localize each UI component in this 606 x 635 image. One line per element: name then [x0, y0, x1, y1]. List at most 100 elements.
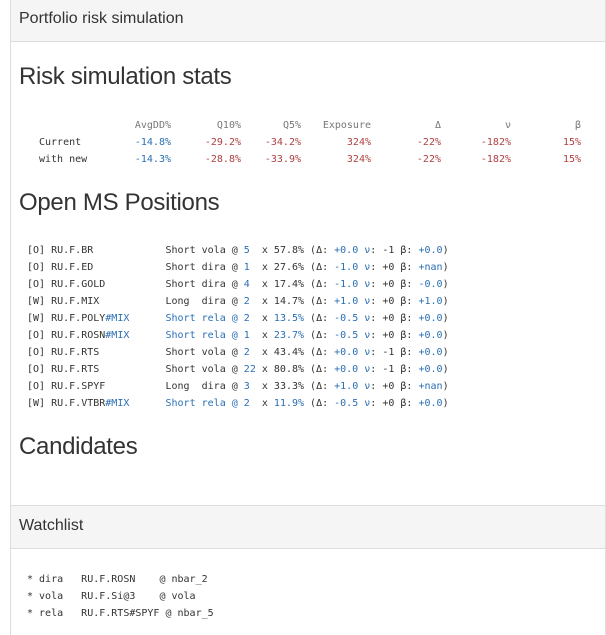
position-qty: 3 — [243, 381, 250, 392]
position-delta: -0.5 — [334, 330, 359, 341]
position-qty: 2 — [243, 313, 250, 324]
position-delta: +0.0 — [334, 347, 359, 358]
position-qty: 2 — [243, 347, 250, 358]
panel-title: Portfolio risk simulation — [11, 0, 605, 42]
position-beta: +0.0 — [418, 313, 443, 324]
position-beta: +1.0 — [418, 296, 443, 307]
position-kind: vola — [201, 347, 226, 358]
stats-cell: -182% — [480, 137, 511, 148]
position-ticker: RU.F.MIX — [51, 296, 100, 307]
stats-cell: 15% — [562, 137, 581, 148]
stats-header-row: AvgDD% Q10% Q5% Exposure Δ ν β — [27, 117, 581, 134]
stats-cell: -182% — [480, 154, 511, 165]
position-weight: 27.6% — [273, 262, 305, 273]
position-row: [W] RU.F.VTBR#MIX Short rela @ 2 x 11.9%… — [27, 398, 449, 409]
position-kind: dira — [201, 262, 226, 273]
position-beta: +0.0 — [418, 398, 443, 409]
stats-row-current: Current -14.8% -29.2% -34.2% 324% -22% -… — [27, 134, 581, 151]
stats-header-cell: Δ — [434, 120, 441, 131]
position-weight: 80.8% — [273, 364, 305, 375]
position-ticker: RU.F.BR — [51, 245, 94, 256]
stats-row-with-new: with new -14.3% -28.8% -33.9% 324% -22% … — [27, 151, 581, 168]
position-flag: [O] — [27, 381, 46, 392]
position-row: [O] RU.F.RTS Short vola @ 22 x 80.8% (Δ:… — [27, 364, 449, 375]
stats-header-cell: Q10% — [216, 120, 241, 131]
watchlist-item: * dira RU.F.ROSN @ nbar_2 — [27, 574, 208, 585]
position-kind: dira — [201, 296, 226, 307]
position-nu: +0 — [382, 398, 395, 409]
panel-title: Watchlist — [11, 506, 605, 549]
position-nu: +0 — [382, 296, 395, 307]
position-beta: -0.0 — [418, 279, 443, 290]
position-kind: dira — [201, 279, 226, 290]
position-delta: +0.0 — [334, 245, 359, 256]
position-kind: rela — [201, 313, 226, 324]
position-delta: +1.0 — [334, 381, 359, 392]
position-row: [O] RU.F.RTS Short vola @ 2 x 43.4% (Δ: … — [27, 347, 449, 358]
position-suffix: #MIX — [105, 398, 130, 409]
position-weight: 14.7% — [273, 296, 305, 307]
position-qty: 1 — [243, 330, 250, 341]
position-delta: +0.0 — [334, 364, 359, 375]
stats-header-cell: β — [574, 120, 581, 131]
position-side: Short — [165, 313, 196, 324]
position-weight: 11.9% — [273, 398, 305, 409]
position-beta: +nan — [418, 381, 443, 392]
stats-header-cell: Q5% — [282, 120, 301, 131]
position-ticker: RU.F.GOLD — [51, 279, 106, 290]
position-nu: +0 — [382, 381, 395, 392]
stats-cell: 324% — [346, 154, 371, 165]
position-row: [W] RU.F.MIX Long dira @ 2 x 14.7% (Δ: +… — [27, 296, 449, 307]
position-nu: -1 — [382, 245, 395, 256]
position-qty: 5 — [243, 245, 250, 256]
stats-cell: -33.9% — [264, 154, 301, 165]
position-weight: 13.5% — [273, 313, 305, 324]
position-side: Short — [165, 262, 196, 273]
stats-cell: -14.8% — [134, 137, 171, 148]
position-flag: [O] — [27, 245, 46, 256]
position-ticker: RU.F.ROSN — [51, 330, 106, 341]
position-weight: 33.3% — [273, 381, 305, 392]
stats-cell: 324% — [346, 137, 371, 148]
stats-table: AvgDD% Q10% Q5% Exposure Δ ν β Current -… — [27, 117, 581, 168]
position-side: Long — [165, 381, 196, 392]
position-nu: -1 — [382, 347, 395, 358]
position-flag: [O] — [27, 364, 46, 375]
position-beta: +0.0 — [418, 347, 443, 358]
position-side: Short — [165, 279, 196, 290]
position-flag: [W] — [27, 296, 46, 307]
position-side: Short — [165, 398, 196, 409]
positions-heading: Open MS Positions — [19, 189, 220, 216]
position-side: Long — [165, 296, 196, 307]
position-beta: +nan — [418, 262, 443, 273]
position-row: [O] RU.F.BR Short vola @ 5 x 57.8% (Δ: +… — [27, 245, 449, 256]
stats-row-label: Current — [39, 137, 82, 148]
position-side: Short — [165, 330, 196, 341]
position-ticker: RU.F.ED — [51, 262, 94, 273]
position-side: Short — [165, 245, 196, 256]
position-beta: +0.0 — [418, 330, 443, 341]
position-nu: +0 — [382, 262, 395, 273]
position-row: [W] RU.F.POLY#MIX Short rela @ 2 x 13.5%… — [27, 313, 449, 324]
position-ticker: RU.F.RTS — [51, 347, 100, 358]
position-ticker: RU.F.SPYF — [51, 381, 106, 392]
position-suffix: #MIX — [105, 313, 130, 324]
stats-cell: -22% — [416, 154, 441, 165]
position-qty: 2 — [243, 398, 250, 409]
stats-cell: -14.3% — [134, 154, 171, 165]
position-kind: dira — [201, 381, 226, 392]
position-kind: vola — [201, 364, 226, 375]
watchlist-item: * rela RU.F.RTS#SPYF @ nbar_5 — [27, 608, 214, 619]
stats-header-cell: ν — [504, 120, 511, 131]
risk-simulation-panel: Portfolio risk simulation Risk simulatio… — [10, 0, 606, 506]
position-suffix: #MIX — [105, 330, 130, 341]
stats-cell: -22% — [416, 137, 441, 148]
position-nu: -1 — [382, 364, 395, 375]
position-kind: rela — [201, 330, 226, 341]
position-flag: [W] — [27, 398, 46, 409]
position-nu: +0 — [382, 279, 395, 290]
position-side: Short — [165, 347, 196, 358]
position-flag: [O] — [27, 279, 46, 290]
position-kind: rela — [201, 398, 226, 409]
position-nu: +0 — [382, 330, 395, 341]
